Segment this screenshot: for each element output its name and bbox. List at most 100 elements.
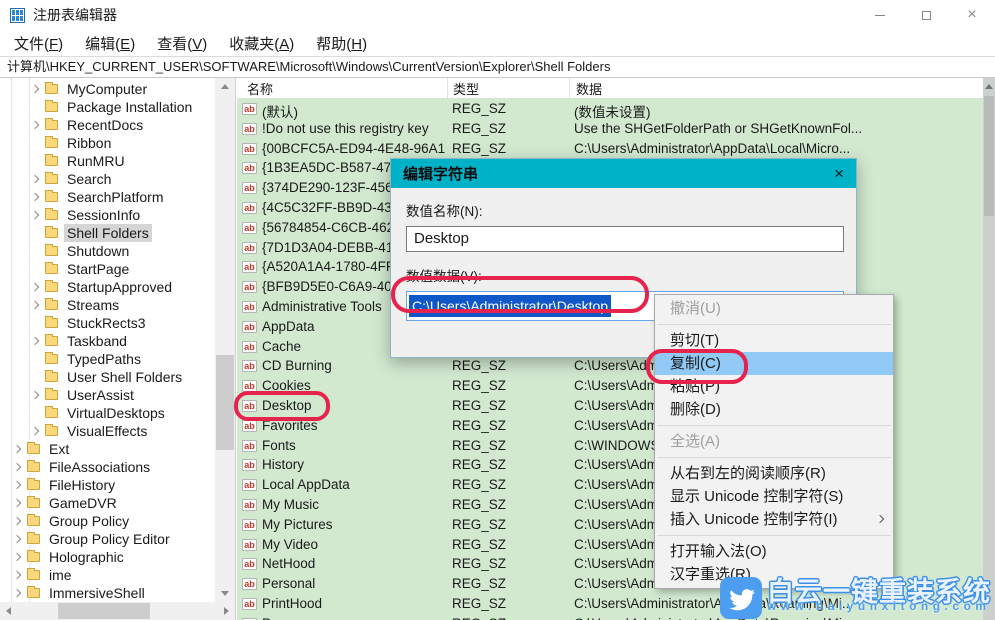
context-menu-item[interactable]: 显示 Unicode 控制字符(S) xyxy=(655,485,893,508)
context-menu-item[interactable]: 撤消(U) xyxy=(655,297,893,320)
context-menu-item[interactable]: 从右到左的阅读顺序(R) xyxy=(655,462,893,485)
expand-arrow-icon[interactable] xyxy=(30,282,40,292)
tree-item[interactable]: FileHistory xyxy=(0,476,213,494)
tree-item[interactable]: Ext xyxy=(0,440,213,458)
scroll-right-icon[interactable] xyxy=(224,607,229,615)
tree-item[interactable]: TypedPaths xyxy=(0,350,213,368)
menu-bar-item[interactable]: 收藏夹(A) xyxy=(218,33,305,54)
registry-value-row[interactable]: !Do not use this registry key REG_SZ Use… xyxy=(237,119,983,139)
context-menu-item-label: 删除(D) xyxy=(670,401,721,418)
context-menu-item[interactable] xyxy=(657,457,891,458)
scrollbar-thumb[interactable] xyxy=(984,96,994,216)
expand-arrow-icon[interactable] xyxy=(12,588,22,598)
folder-icon xyxy=(27,496,40,508)
expand-arrow-icon[interactable] xyxy=(30,120,40,130)
expand-arrow-icon[interactable] xyxy=(30,300,40,310)
expand-arrow-icon[interactable] xyxy=(12,552,22,562)
registry-value-row[interactable]: {00BCFC5A-ED94-4E48-96A1... REG_SZ C:\Us… xyxy=(237,139,983,159)
watermark: 白云一键重装系统 www.baiyunxitong.com xyxy=(720,577,991,619)
registry-value-row[interactable]: (默认) REG_SZ (数值未设置) xyxy=(237,99,983,120)
menu-bar-item[interactable]: 文件(F) xyxy=(3,33,74,54)
tree-item[interactable]: StuckRects3 xyxy=(0,314,213,332)
tree-item[interactable]: UserAssist xyxy=(0,386,213,404)
tree-item[interactable]: FileAssociations xyxy=(0,458,213,476)
minimize-button[interactable] xyxy=(857,0,903,30)
dialog-title: 编辑字符串 xyxy=(403,166,479,183)
expand-arrow-icon[interactable] xyxy=(12,570,22,580)
tree-item[interactable]: RunMRU xyxy=(0,152,213,170)
tree-item[interactable]: SessionInfo xyxy=(0,206,213,224)
context-menu-item[interactable] xyxy=(657,535,891,536)
tree-horizontal-scrollbar[interactable] xyxy=(0,602,235,620)
expand-arrow-icon[interactable] xyxy=(30,390,40,400)
expand-arrow-icon[interactable] xyxy=(30,426,40,436)
folder-icon xyxy=(27,568,40,580)
context-menu-item[interactable]: 删除(D) xyxy=(655,398,893,421)
tree-item[interactable]: Taskband xyxy=(0,332,213,350)
dialog-close-icon[interactable]: × xyxy=(834,165,844,182)
string-value-icon xyxy=(242,261,257,274)
folder-icon xyxy=(45,154,58,166)
column-header-data[interactable]: 数据 xyxy=(570,78,983,98)
tree-item[interactable]: Package Installation xyxy=(0,98,213,116)
expand-arrow-icon[interactable] xyxy=(12,480,22,490)
tree-item[interactable]: VisualEffects xyxy=(0,422,213,440)
tree-item[interactable]: Shutdown xyxy=(0,242,213,260)
tree-item[interactable]: Search xyxy=(0,170,213,188)
maximize-button[interactable] xyxy=(903,0,949,30)
scroll-left-icon[interactable] xyxy=(6,607,11,615)
tree-item[interactable]: StartupApproved xyxy=(0,278,213,296)
menu-bar-item[interactable]: 编辑(E) xyxy=(74,33,146,54)
tree-item[interactable]: SearchPlatform xyxy=(0,188,213,206)
tree-item[interactable]: ime xyxy=(0,566,213,584)
expand-arrow-icon[interactable] xyxy=(30,210,40,220)
value-type: REG_SZ xyxy=(452,516,507,532)
tree-item[interactable]: Streams xyxy=(0,296,213,314)
registry-path: 计算机\HKEY_CURRENT_USER\SOFTWARE\Microsoft… xyxy=(7,59,611,74)
tree-item[interactable]: Group Policy Editor xyxy=(0,530,213,548)
submenu-arrow-icon xyxy=(876,469,884,477)
context-menu-item[interactable]: 全选(A) xyxy=(655,430,893,453)
close-button[interactable]: × xyxy=(949,0,995,30)
context-menu-item[interactable]: 打开输入法(O) xyxy=(655,540,893,563)
menu-bar-item[interactable]: 查看(V) xyxy=(146,33,218,54)
expand-arrow-icon[interactable] xyxy=(12,462,22,472)
scroll-up-icon[interactable] xyxy=(985,84,993,89)
tree-item[interactable]: StartPage xyxy=(0,260,213,278)
tree-item[interactable]: Group Policy xyxy=(0,512,213,530)
scrollbar-thumb[interactable] xyxy=(216,355,234,450)
expand-arrow-icon[interactable] xyxy=(12,516,22,526)
expand-arrow-icon[interactable] xyxy=(30,336,40,346)
submenu-arrow-icon xyxy=(876,382,884,390)
context-menu-item[interactable]: 插入 Unicode 控制字符(I) xyxy=(655,508,893,531)
menu-bar-item[interactable]: 帮助(H) xyxy=(305,33,378,54)
value-type: REG_SZ xyxy=(452,417,507,433)
address-bar[interactable]: 计算机\HKEY_CURRENT_USER\SOFTWARE\Microsoft… xyxy=(0,56,995,78)
tree-item[interactable]: MyComputer xyxy=(0,80,213,98)
scroll-down-icon[interactable] xyxy=(221,591,229,596)
value-type: REG_SZ xyxy=(452,378,507,394)
tree-item[interactable]: Holographic xyxy=(0,548,213,566)
scrollbar-thumb[interactable] xyxy=(58,603,150,619)
expand-arrow-icon[interactable] xyxy=(30,192,40,202)
tree-item[interactable]: Ribbon xyxy=(0,134,213,152)
context-menu-item[interactable] xyxy=(657,425,891,426)
tree-item[interactable]: ImmersiveShell xyxy=(0,584,213,602)
expand-arrow-icon[interactable] xyxy=(12,444,22,454)
tree-item[interactable]: VirtualDesktops xyxy=(0,404,213,422)
expand-arrow-icon[interactable] xyxy=(12,534,22,544)
tree-item[interactable]: RecentDocs xyxy=(0,116,213,134)
tree-item[interactable]: Shell Folders xyxy=(0,224,213,242)
tree-item[interactable]: GameDVR xyxy=(0,494,213,512)
expand-arrow-icon[interactable] xyxy=(30,84,40,94)
value-name-input[interactable]: Desktop xyxy=(406,226,844,252)
list-vertical-scrollbar[interactable] xyxy=(983,78,995,620)
expand-arrow-icon[interactable] xyxy=(30,174,40,184)
column-header-type[interactable]: 类型 xyxy=(448,78,570,98)
tree-item[interactable]: User Shell Folders xyxy=(0,368,213,386)
column-header-name[interactable]: 名称 xyxy=(237,78,448,98)
tree-vertical-scrollbar[interactable] xyxy=(215,78,235,602)
expand-arrow-icon[interactable] xyxy=(12,498,22,508)
context-menu-item[interactable] xyxy=(657,324,891,325)
scroll-up-icon[interactable] xyxy=(221,84,229,89)
